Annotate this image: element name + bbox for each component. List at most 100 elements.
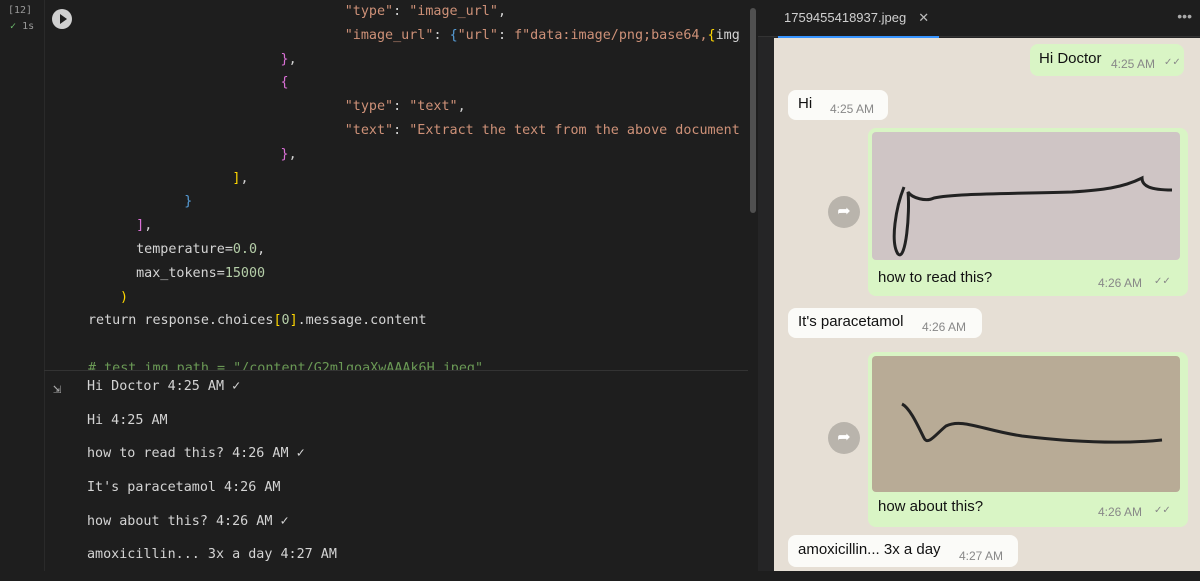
code-token: [ <box>273 313 282 329</box>
code-token: f"data:image/png;base64, <box>514 27 708 43</box>
code-token: , <box>257 241 266 257</box>
code-token: temperature <box>136 241 225 257</box>
code-line: } <box>80 190 740 214</box>
code-token: { <box>449 27 458 43</box>
forward-icon[interactable]: ➦ <box>828 196 860 228</box>
image-viewer-pane: 1759455418937.jpeg ✕ ••• Hi Doctor 4:25 A… <box>758 0 1200 571</box>
code-line: temperature=0.0, <box>80 238 740 262</box>
code-token: , <box>144 218 153 234</box>
code-token: "image_url" <box>409 4 498 19</box>
code-token: } <box>280 146 289 162</box>
run-cell-button[interactable] <box>52 9 72 29</box>
code-token: , <box>288 146 297 162</box>
message-time: 4:25 AM <box>1111 57 1156 71</box>
code-token: "text" <box>344 122 394 138</box>
more-actions-icon[interactable]: ••• <box>1177 8 1192 24</box>
code-token: { <box>707 27 716 43</box>
message-time: 4:25 AM <box>830 102 875 116</box>
handwriting-image <box>872 356 1180 492</box>
code-token: : <box>393 99 410 115</box>
double-check-icon: ✓✓ <box>1154 505 1171 516</box>
tab-image-file[interactable]: 1759455418937.jpeg ✕ <box>778 0 940 38</box>
code-token: } <box>184 194 193 210</box>
message-text: Hi <box>798 95 813 112</box>
code-token: : <box>433 27 450 43</box>
code-token: : <box>393 4 410 19</box>
code-token: , <box>240 170 249 186</box>
message-text: amoxicillin... 3x a day <box>798 541 941 558</box>
code-token: , <box>457 99 466 115</box>
handwriting-image <box>872 132 1180 260</box>
code-token: "text" <box>409 99 458 115</box>
code-token: img_base64 <box>715 27 740 43</box>
message-time: 4:26 AM <box>922 320 967 334</box>
code-line: "type": "image_url", <box>80 0 740 24</box>
code-token: = <box>224 241 233 257</box>
code-line: { <box>80 71 740 95</box>
code-line: "image_url": {"url": f"data:image/png;ba… <box>80 24 740 48</box>
chat-message-incoming: amoxicillin... 3x a day 4:27 AM <box>788 535 1018 567</box>
viewer-tab-bar: 1759455418937.jpeg ✕ ••• <box>758 0 1200 38</box>
code-token: "url" <box>457 27 498 43</box>
output-line: Hi 4:25 AM <box>87 412 168 428</box>
output-line: It's paracetamol 4:26 AM <box>87 480 281 496</box>
code-token: "Extract the text from the above documen… <box>409 122 740 138</box>
code-line: ], <box>80 167 740 191</box>
code-line: ], <box>80 214 740 238</box>
message-time: 4:27 AM <box>959 549 1004 563</box>
code-token: return <box>88 313 137 329</box>
output-toggle-icon[interactable]: ⇲ <box>53 381 61 397</box>
code-token: ] <box>289 313 298 329</box>
double-check-icon: ✓✓ <box>1154 276 1171 287</box>
code-token: { <box>280 75 289 91</box>
code-token: max_tokens <box>136 265 217 281</box>
message-time: 4:26 AM <box>1098 276 1143 290</box>
code-token: : <box>497 27 515 43</box>
scrollbar-thumb[interactable] <box>750 8 756 213</box>
code-token: "type" <box>344 99 394 115</box>
cell-output: Hi Doctor 4:25 AM ✓ Hi 4:25 AM how to read… <box>87 379 337 581</box>
chat-image-message: how to read this? 4:26 AM ✓✓ <box>868 128 1188 296</box>
code-token: : <box>393 122 410 138</box>
code-token: ] <box>136 218 145 234</box>
message-text: Hi Doctor <box>1039 50 1102 67</box>
code-token: = <box>216 265 225 281</box>
code-token: ) <box>120 289 129 305</box>
output-line: how about this? 4:26 AM ✓ <box>87 513 289 529</box>
chat-message-outgoing: Hi Doctor 4:25 AM ✓✓ <box>1030 44 1184 76</box>
output-line: amoxicillin... 3x a day 4:27 AM <box>87 547 337 563</box>
forward-icon[interactable]: ➦ <box>828 422 860 454</box>
whatsapp-screenshot-image: Hi Doctor 4:25 AM ✓✓ Hi 4:25 AM ➦ how to… <box>774 38 1200 571</box>
code-token: 0.0 <box>232 241 258 257</box>
code-token: 15000 <box>224 265 266 281</box>
code-token: # test_img_path = "/content/G2mlgoaXwAAA… <box>88 360 484 370</box>
tab-label: 1759455418937.jpeg <box>784 10 907 25</box>
editor-scrollbar[interactable] <box>748 0 758 570</box>
image-caption: how to read this? <box>878 269 993 286</box>
message-time: 4:26 AM <box>1098 505 1143 519</box>
cell-gutter: [12] ✓ 1s <box>0 0 45 571</box>
code-editor[interactable]: "type": "image_url", "image_url": {"url"… <box>80 0 740 370</box>
output-line: how to read this? 4:26 AM ✓ <box>87 446 305 462</box>
message-text: It's paracetamol <box>798 313 904 330</box>
chat-message-incoming: It's paracetamol 4:26 AM <box>788 308 982 338</box>
code-line: "type": "text", <box>80 95 740 119</box>
code-token: response.choices <box>136 313 274 329</box>
image-caption: how about this? <box>878 498 984 515</box>
close-icon[interactable]: ✕ <box>918 10 929 25</box>
check-icon: ✓ <box>10 21 17 32</box>
cell-duration: 1s <box>22 21 35 32</box>
code-token: 0 <box>281 313 290 329</box>
cell-status: ✓ 1s <box>10 21 34 32</box>
